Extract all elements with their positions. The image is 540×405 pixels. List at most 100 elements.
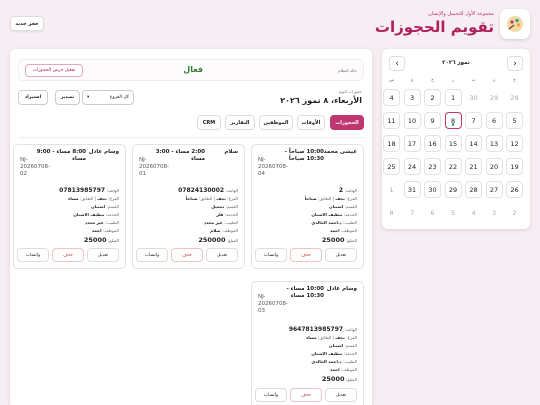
calendar-day[interactable]: 27 — [485, 181, 503, 198]
calendar-day[interactable]: 5 — [445, 204, 462, 221]
tab-employees[interactable]: الموظفين — [259, 115, 293, 130]
calendar-next-button[interactable]: › — [389, 56, 405, 71]
new-booking-button[interactable]: حجز جديد — [10, 16, 44, 31]
calendar-day[interactable]: 3 — [486, 204, 503, 221]
edit-button[interactable]: تعديل — [206, 248, 238, 262]
calendar-day-number: 7 — [409, 208, 415, 217]
calendar-day[interactable]: 8 — [383, 204, 400, 221]
field-label: الموظف: — [221, 228, 238, 233]
field-value: استنان — [91, 204, 106, 209]
calendar-day[interactable]: 31 — [403, 181, 421, 198]
calendar-day-number: 4 — [471, 208, 476, 217]
whatsapp-button[interactable]: واتساب — [136, 248, 168, 262]
tab-reports[interactable]: التقارير — [225, 115, 255, 130]
calendar-day-number: 5 — [450, 208, 456, 217]
edit-button[interactable]: تعديل — [325, 388, 357, 402]
calendar-day[interactable]: 17 — [403, 135, 421, 152]
calendar-day[interactable]: 29 — [486, 89, 503, 106]
branch-select[interactable]: كل الفروع ▾ — [82, 90, 134, 105]
delete-button[interactable]: حذف — [290, 388, 322, 402]
import-button[interactable]: استيراد — [18, 90, 48, 105]
calendar-day[interactable]: 4 — [383, 89, 400, 106]
tab-crm[interactable]: CRM — [197, 115, 221, 130]
calendar-day[interactable]: 22 — [444, 158, 462, 175]
calendar-day[interactable]: 5 — [506, 112, 523, 129]
calendar-day[interactable]: 6 — [424, 204, 441, 221]
calendar-day[interactable]: 1 — [383, 181, 400, 198]
delete-button[interactable]: حذف — [52, 248, 84, 262]
field-employee: الموظف: احمد — [330, 367, 357, 372]
field-label: الطبيب: — [105, 220, 119, 225]
field-value: نجف — [97, 196, 107, 201]
field-amount: المبلغ: 250000 — [198, 236, 238, 244]
whatsapp-button[interactable]: واتساب — [255, 248, 287, 262]
field-value: 07813985797 — [59, 187, 106, 194]
calendar-day[interactable]: 23 — [424, 158, 441, 175]
calendar-day-number: 12 — [510, 139, 519, 148]
calendar-day[interactable]: 28 — [465, 181, 482, 198]
chevron-down-icon: ▾ — [87, 95, 90, 100]
calendar-day[interactable]: 29 — [444, 181, 462, 198]
calendar-day[interactable]: 11 — [383, 112, 400, 129]
field-section: القسم: استنان — [91, 204, 119, 209]
field-employee: الموظف: سلام — [210, 228, 238, 233]
calendar-day-selected[interactable]: 8 — [444, 112, 462, 129]
field-amount: المبلغ: 25000 — [322, 236, 357, 244]
calendar-day[interactable]: 16 — [424, 135, 441, 152]
calendar-day[interactable]: 24 — [403, 158, 421, 175]
calendar-day[interactable]: 20 — [485, 158, 503, 175]
calendar-day[interactable]: 18 — [383, 135, 400, 152]
calendar-day[interactable]: 2 — [424, 89, 441, 106]
calendar-day[interactable]: 30 — [424, 181, 441, 198]
calendar-day[interactable]: 28 — [506, 89, 523, 106]
calendar-day-number: 28 — [469, 185, 478, 194]
calendar-day[interactable]: 3 — [403, 89, 421, 106]
field-phone: الهاتف: 9647813985797 — [289, 326, 357, 333]
field-value: نجف — [335, 335, 345, 340]
booking-id: NJ-20260708-01 — [139, 157, 169, 177]
calendar-day[interactable]: 1 — [444, 89, 462, 106]
field-label: المبلغ: — [226, 238, 238, 243]
tab-bookings[interactable]: الحجوزات — [330, 115, 364, 130]
calendar-day[interactable]: 7 — [465, 112, 482, 129]
calendar-day[interactable]: 13 — [485, 135, 503, 152]
calendar-day-number: 7 — [471, 116, 476, 125]
calendar-day[interactable]: 26 — [506, 181, 523, 198]
calendar-day[interactable]: 30 — [465, 89, 482, 106]
delete-button[interactable]: حذف — [290, 248, 322, 262]
field-value: مساء — [306, 335, 317, 340]
delete-button[interactable]: حذف — [171, 248, 203, 262]
field-service: الخدمة: تنظيف الاسنان — [311, 212, 357, 217]
calendar-day-number: 27 — [489, 185, 499, 194]
booking-card: وسام عادل 10:00 مساء - 10:30 مساء NJ-202… — [251, 281, 364, 405]
enable-bell-button[interactable]: تفعيل جرس الحجوزات — [25, 64, 83, 77]
calendar-day-number: 1 — [450, 93, 456, 102]
calendar-day[interactable]: 10 — [403, 112, 421, 129]
booking-card: وسام عادل 8:00 مساء - 9:00 مساء NJ-20260… — [13, 144, 126, 269]
calendar-day[interactable]: 14 — [465, 135, 482, 152]
tab-times[interactable]: الأوقات — [297, 115, 325, 130]
app-subtitle: مجموعة الأول للتجميل والإنسان — [428, 11, 494, 17]
calendar-day[interactable]: 9 — [424, 112, 441, 129]
calendar-day-number: 5 — [512, 116, 517, 125]
whatsapp-button[interactable]: واتساب — [255, 388, 287, 402]
calendar-day[interactable]: 12 — [506, 135, 523, 152]
edit-button[interactable]: تعديل — [87, 248, 119, 262]
whatsapp-button[interactable]: واتساب — [17, 248, 49, 262]
calendar-day-number: 29 — [489, 93, 499, 102]
calendar-day[interactable]: 4 — [465, 204, 482, 221]
field-value: غير محدد — [203, 220, 223, 225]
calendar-day[interactable]: 6 — [485, 112, 503, 129]
field-label: الهاتف: — [225, 188, 238, 193]
field-label: الفرع: — [346, 335, 357, 340]
edit-button[interactable]: تعديل — [325, 248, 357, 262]
calendar-day[interactable]: 21 — [465, 158, 482, 175]
calendar-weekday: خ — [431, 77, 434, 82]
calendar-day[interactable]: 19 — [506, 158, 523, 175]
calendar-day[interactable]: 25 — [383, 158, 400, 175]
calendar-day[interactable]: 15 — [444, 135, 462, 152]
export-button[interactable]: تصدير — [55, 90, 80, 105]
calendar-day[interactable]: 7 — [404, 204, 421, 221]
field-label: القسم: — [344, 343, 358, 348]
calendar-day[interactable]: 2 — [506, 204, 523, 221]
